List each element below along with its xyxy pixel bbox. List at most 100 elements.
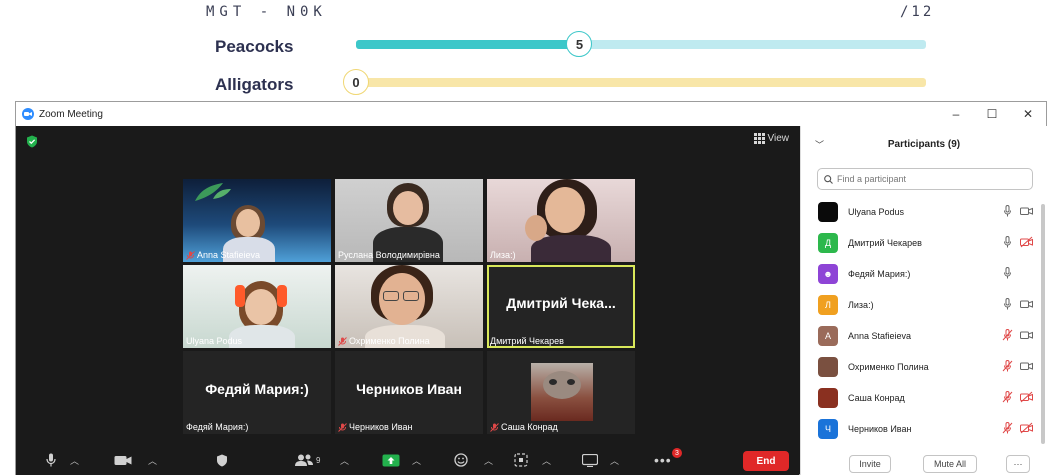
mic-icon bbox=[1004, 298, 1011, 310]
apps-icon bbox=[514, 453, 528, 467]
video-camera-icon bbox=[1020, 362, 1033, 370]
participant-search-box[interactable] bbox=[817, 168, 1033, 190]
reactions-options-caret[interactable]: ︿ bbox=[484, 454, 493, 467]
participant-row[interactable]: A Anna Stafieieva bbox=[801, 320, 1047, 351]
participants-panel: ﹀ Participants (9) Ulyana PodusДДмитрий … bbox=[800, 126, 1047, 475]
tile-name-label: Anna Stafieieva bbox=[186, 250, 260, 260]
participant-status-icons bbox=[1001, 422, 1033, 434]
participant-name: Саша Конрад bbox=[848, 392, 905, 403]
video-tile[interactable]: Ulyana Podus bbox=[183, 265, 331, 348]
microphone-button[interactable] bbox=[46, 452, 56, 468]
close-button[interactable]: ✕ bbox=[1010, 102, 1046, 126]
mic-muted-icon bbox=[186, 250, 195, 260]
security-button[interactable] bbox=[216, 452, 228, 468]
video-options-caret[interactable]: ︿ bbox=[148, 454, 157, 467]
participant-status-icons bbox=[1001, 391, 1033, 403]
mic-muted-icon bbox=[490, 422, 499, 432]
mic-icon bbox=[1004, 205, 1011, 217]
microphone-icon bbox=[46, 453, 56, 467]
participant-name: Anna Stafieieva bbox=[848, 330, 912, 341]
scoreboard-title: MGT - N0K bbox=[206, 4, 327, 20]
video-camera-icon bbox=[1020, 207, 1033, 215]
more-notification-badge: 3 bbox=[672, 448, 682, 458]
security-shield-icon bbox=[217, 454, 227, 466]
participant-search-input[interactable] bbox=[837, 174, 1017, 184]
video-area: View Anna Stafieieva Руслана Володимирів… bbox=[16, 126, 799, 475]
score-fill-peacocks bbox=[356, 40, 580, 49]
participant-status-icons bbox=[1001, 267, 1033, 279]
score-knob-alligators[interactable]: 0 bbox=[343, 69, 369, 95]
video-tile-active-speaker[interactable]: Дмитрий Чека... Дмитрий Чекарев bbox=[487, 265, 635, 348]
mute-all-button[interactable]: Mute All bbox=[923, 455, 977, 473]
mic-muted-icon bbox=[1002, 422, 1013, 434]
video-tile[interactable]: Руслана Володимирівна bbox=[335, 179, 483, 262]
cat-profile-picture bbox=[531, 363, 593, 421]
zoom-window: Zoom Meeting – ☐ ✕ View Anna Stafieieva … bbox=[15, 101, 1047, 475]
mic-icon bbox=[1004, 236, 1011, 248]
minimize-button[interactable]: – bbox=[938, 102, 974, 126]
participant-row[interactable]: Л Лиза:) bbox=[801, 289, 1047, 320]
apps-button[interactable] bbox=[514, 452, 528, 468]
participant-name: Лиза:) bbox=[848, 299, 874, 310]
participants-button[interactable]: 9 bbox=[294, 452, 320, 468]
view-button[interactable]: View bbox=[753, 133, 789, 144]
participant-avatar bbox=[818, 356, 838, 377]
participant-avatar bbox=[818, 387, 838, 408]
video-tile[interactable]: Саша Конрад bbox=[487, 351, 635, 434]
title-bar: Zoom Meeting – ☐ ✕ bbox=[16, 102, 1046, 126]
participant-row[interactable]: Д Дмитрий Чекарев bbox=[801, 227, 1047, 258]
participant-name: Охрименко Полина bbox=[848, 361, 929, 372]
window-title: Zoom Meeting bbox=[39, 108, 103, 120]
maximize-button[interactable]: ☐ bbox=[974, 102, 1010, 126]
participant-row[interactable]: ☻ Федяй Мария:) bbox=[801, 258, 1047, 289]
participant-status-icons bbox=[1001, 329, 1033, 341]
participant-row[interactable]: Ч Черников Иван bbox=[801, 413, 1047, 444]
participant-avatar: Л bbox=[818, 294, 838, 315]
zoom-logo-icon bbox=[22, 108, 34, 120]
panel-scrollbar[interactable] bbox=[1041, 204, 1045, 444]
score-track-peacocks: 5 bbox=[356, 31, 926, 57]
mic-muted-icon bbox=[1002, 360, 1013, 372]
video-tile[interactable]: Anna Stafieieva bbox=[183, 179, 331, 262]
invite-button[interactable]: Invite bbox=[849, 455, 891, 473]
video-button[interactable] bbox=[114, 452, 132, 468]
participant-name: Ulyana Podus bbox=[848, 206, 905, 217]
panel-more-button[interactable]: ··· bbox=[1006, 455, 1030, 473]
share-screen-icon bbox=[382, 454, 400, 466]
participant-avatar: Ч bbox=[818, 418, 838, 439]
video-off-icon bbox=[1020, 391, 1033, 403]
video-tile[interactable]: Федяй Мария:) Федяй Мария:) bbox=[183, 351, 331, 434]
mic-muted-icon bbox=[338, 336, 347, 346]
reactions-button[interactable] bbox=[454, 452, 468, 468]
video-camera-icon bbox=[114, 455, 132, 465]
video-tile[interactable]: Черников Иван Черников Иван bbox=[335, 351, 483, 434]
score-knob-peacocks[interactable]: 5 bbox=[566, 31, 593, 57]
video-camera-icon bbox=[1020, 300, 1033, 308]
participant-avatar: Д bbox=[818, 232, 838, 253]
participant-row[interactable]: Охрименко Полина bbox=[801, 351, 1047, 382]
participant-row[interactable]: Саша Конрад bbox=[801, 382, 1047, 413]
participants-options-caret[interactable]: ︿ bbox=[340, 454, 349, 467]
video-off-icon bbox=[1020, 422, 1033, 434]
share-screen-button[interactable] bbox=[382, 452, 400, 468]
tile-name-label: Дмитрий Чекарев bbox=[490, 336, 564, 346]
tile-name-label: Федяй Мария:) bbox=[186, 422, 249, 432]
end-meeting-button[interactable]: End bbox=[743, 451, 789, 471]
participant-row[interactable]: Ulyana Podus bbox=[801, 196, 1047, 227]
whiteboard-button[interactable] bbox=[582, 452, 598, 468]
apps-options-caret[interactable]: ︿ bbox=[542, 454, 551, 467]
video-tile[interactable]: Лиза:) bbox=[487, 179, 635, 262]
participants-count: 9 bbox=[316, 455, 321, 465]
share-options-caret[interactable]: ︿ bbox=[412, 454, 421, 467]
participant-status-icons bbox=[1001, 360, 1033, 372]
more-button[interactable]: ••• bbox=[654, 452, 672, 468]
tile-display-name: Дмитрий Чека... bbox=[506, 295, 616, 311]
shield-icon[interactable] bbox=[26, 135, 38, 148]
whiteboard-icon bbox=[582, 453, 598, 467]
whiteboard-options-caret[interactable]: ︿ bbox=[610, 454, 619, 467]
tile-name-label: Ulyana Podus bbox=[186, 336, 243, 346]
microphone-options-caret[interactable]: ︿ bbox=[70, 454, 79, 467]
scoreboard-total: /12 bbox=[900, 4, 935, 20]
video-tile[interactable]: Охрименко Полина bbox=[335, 265, 483, 348]
window-controls: – ☐ ✕ bbox=[938, 102, 1046, 126]
